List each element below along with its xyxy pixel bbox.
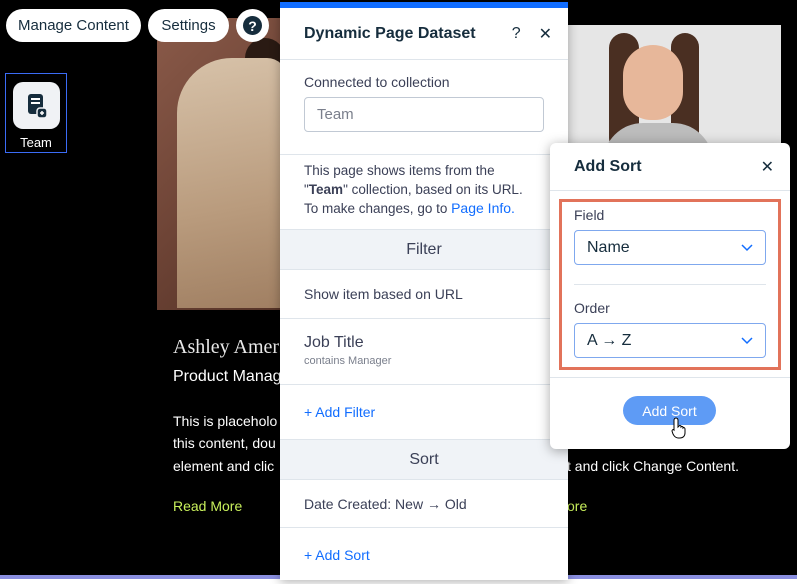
add-filter-row: + Add Filter — [280, 385, 568, 440]
info-line: To make changes, go to Page Info. — [304, 200, 515, 216]
chevron-down-icon — [741, 336, 753, 344]
member-bio-line: This is placeholo — [173, 413, 278, 429]
connected-label: Connected to collection — [304, 74, 450, 90]
team-member-photo-2 — [567, 25, 781, 143]
add-sort-button[interactable]: Add Sort — [623, 396, 716, 425]
filter-url-row[interactable]: Show item based on URL — [280, 270, 568, 319]
add-sort-header: Add Sort ✕ — [550, 143, 790, 191]
help-button[interactable]: ? — [236, 9, 269, 42]
read-more-link[interactable]: ore — [567, 498, 587, 514]
popover-title: Add Sort — [574, 157, 642, 175]
hand-cursor-icon — [671, 417, 686, 439]
settings-button[interactable]: Settings — [148, 9, 229, 42]
field-dropdown[interactable]: Name — [574, 230, 766, 265]
sort-item[interactable]: Date Created: New → Old — [280, 480, 568, 528]
close-icon[interactable]: ✕ — [539, 24, 552, 44]
sort-heading: Sort — [280, 440, 568, 480]
team-label: Team — [20, 135, 52, 150]
filter-url-label: Show item based on URL — [304, 286, 463, 302]
footer-divider — [550, 377, 790, 378]
team-dataset-element[interactable]: Team — [5, 73, 67, 153]
filter-item[interactable]: Job Title contains Manager — [280, 319, 568, 385]
dataset-page-icon — [13, 82, 60, 129]
add-sort-popover: Add Sort ✕ Field Name Order A → Z Add So… — [550, 143, 790, 449]
member-role: Product Manag — [173, 368, 282, 385]
filter-condition: contains Manager — [304, 355, 392, 367]
connected-collection-section: Connected to collection Team — [280, 60, 568, 155]
panel-title: Dynamic Page Dataset — [304, 24, 476, 42]
chevron-down-icon — [741, 243, 753, 251]
info-line: "Team" collection, based on its URL. — [304, 181, 523, 197]
filter-field: Job Title — [304, 334, 364, 351]
order-label: Order — [574, 300, 610, 316]
help-icon[interactable]: ? — [512, 25, 521, 43]
field-value: Name — [587, 238, 630, 256]
manage-content-button[interactable]: Manage Content — [6, 9, 141, 42]
order-dropdown[interactable]: A → Z — [574, 323, 766, 358]
add-sort-link[interactable]: + Add Sort — [304, 547, 370, 563]
dataset-panel: Dynamic Page Dataset ? ✕ Connected to co… — [280, 2, 568, 580]
filter-heading: Filter — [280, 230, 568, 270]
member-name: Ashley Amers — [173, 336, 287, 358]
collection-name: Team — [308, 181, 344, 197]
collection-field[interactable]: Team — [304, 97, 544, 132]
order-value: A → Z — [587, 331, 632, 349]
member-bio-line: this content, dou — [173, 435, 276, 451]
info-line: This page shows items from the — [304, 163, 495, 178]
close-icon[interactable]: ✕ — [761, 157, 774, 177]
member-bio-line: element and clic — [173, 458, 275, 474]
divider — [574, 284, 766, 285]
info-text: This page shows items from the "Team" co… — [280, 155, 568, 230]
team-member-photo — [157, 18, 281, 310]
read-more-link[interactable]: Read More — [173, 498, 242, 514]
member-bio-line: t and click Change Content. — [567, 458, 739, 474]
add-sort-row: + Add Sort — [280, 528, 568, 582]
page-info-link[interactable]: Page Info. — [451, 200, 515, 216]
field-label: Field — [574, 207, 605, 223]
dataset-panel-header: Dynamic Page Dataset ? ✕ — [280, 8, 568, 60]
add-filter-link[interactable]: + Add Filter — [304, 404, 375, 420]
help-icon: ? — [243, 16, 262, 35]
sort-item-label: Date Created: New → Old — [304, 495, 467, 512]
